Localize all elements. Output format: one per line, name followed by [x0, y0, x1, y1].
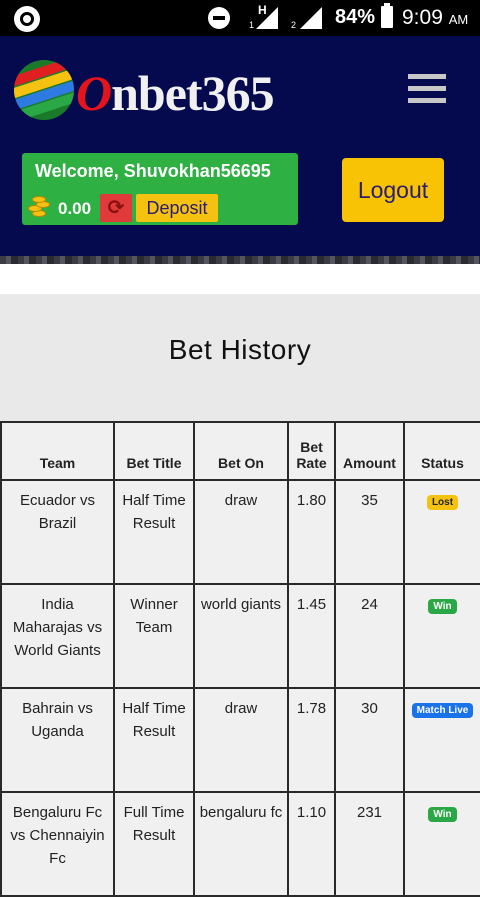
site-logo[interactable]: Onbet365: [14, 58, 304, 128]
header-banner-strip: [0, 256, 480, 264]
cell-amount: 35: [334, 479, 405, 585]
bet-history-table: Team Bet Title Bet On Bet Rate Amount St…: [0, 421, 480, 897]
cell-status: Win: [403, 583, 480, 689]
cell-team: Ecuador vs Brazil: [0, 479, 115, 585]
sim2-label: 2: [291, 20, 297, 30]
chrome-icon: [14, 6, 40, 32]
sim1-label: 1: [249, 20, 255, 30]
status-badge-win: Win: [428, 599, 457, 614]
table-row: India Maharajas vs World Giants Winner T…: [0, 583, 480, 689]
cell-status: Lost: [403, 479, 480, 585]
cell-bet-rate: 1.10: [287, 791, 336, 897]
cell-bet-title: Half Time Result: [113, 687, 195, 793]
column-header-bet-on: Bet On: [193, 421, 289, 481]
cell-status: Match Live: [403, 687, 480, 793]
hamburger-menu-icon[interactable]: [408, 74, 446, 104]
do-not-disturb-icon: [208, 7, 230, 29]
cell-bet-title: Winner Team: [113, 583, 195, 689]
logo-ball-icon: [14, 60, 74, 120]
refresh-balance-button[interactable]: ⟳: [100, 194, 132, 222]
cell-amount: 231: [334, 791, 405, 897]
table-row: Ecuador vs Brazil Half Time Result draw …: [0, 479, 480, 585]
cell-bet-on: draw: [193, 687, 289, 793]
deposit-button[interactable]: Deposit: [136, 194, 218, 222]
clock-ampm: AM: [448, 12, 469, 27]
status-badge-live: Match Live: [411, 703, 474, 718]
cell-bet-title: Half Time Result: [113, 479, 195, 585]
welcome-message: Welcome, Shuvokhan56695: [35, 161, 271, 181]
page-title: Bet History: [168, 334, 312, 365]
cell-team: India Maharajas vs World Giants: [0, 583, 115, 689]
balance-amount: 0.00: [58, 199, 92, 218]
cell-bet-rate: 1.80: [287, 479, 336, 585]
column-header-bet-title: Bet Title: [113, 421, 195, 481]
column-header-bet-rate: Bet Rate: [287, 421, 336, 481]
coins-icon: [26, 196, 52, 220]
logo-text-rest: nbet365: [111, 65, 274, 121]
cell-bet-on: draw: [193, 479, 289, 585]
cell-bet-title: Full Time Result: [113, 791, 195, 897]
logo-text: Onbet365: [76, 64, 275, 122]
battery-percent: 84%: [335, 6, 376, 28]
cell-team: Bengaluru Fc vs Chennaiyin Fc: [0, 791, 115, 897]
cell-amount: 24: [334, 583, 405, 689]
battery-icon: [381, 3, 393, 28]
cell-amount: 30: [334, 687, 405, 793]
signal-icon-sim1: [256, 7, 278, 29]
cell-team: Bahrain vs Uganda: [0, 687, 115, 793]
status-bar: H 1 2 84% 9:09 AM: [0, 0, 480, 36]
table-row: Bahrain vs Uganda Half Time Result draw …: [0, 687, 480, 793]
cell-bet-rate: 1.78: [287, 687, 336, 793]
cell-bet-rate: 1.45: [287, 583, 336, 689]
column-header-team: Team: [0, 421, 115, 481]
table-row: Bengaluru Fc vs Chennaiyin Fc Full Time …: [0, 791, 480, 897]
column-header-status: Status: [403, 421, 480, 481]
column-header-amount: Amount: [334, 421, 405, 481]
cell-status: Win: [403, 791, 480, 897]
account-panel: Welcome, Shuvokhan56695 0.00 ⟳ Deposit: [22, 153, 298, 225]
cell-bet-on: bengaluru fc: [193, 791, 289, 897]
logo-letter-o: O: [76, 65, 112, 121]
logout-button[interactable]: Logout: [342, 158, 444, 222]
clock-time: 9:09: [402, 6, 443, 29]
cell-bet-on: world giants: [193, 583, 289, 689]
clock: 9:09 AM: [402, 6, 468, 30]
status-badge-lost: Lost: [426, 495, 459, 510]
status-badge-win: Win: [428, 807, 457, 822]
signal-icon-sim2: [300, 7, 322, 29]
table-header-row: Team Bet Title Bet On Bet Rate Amount St…: [0, 421, 480, 481]
